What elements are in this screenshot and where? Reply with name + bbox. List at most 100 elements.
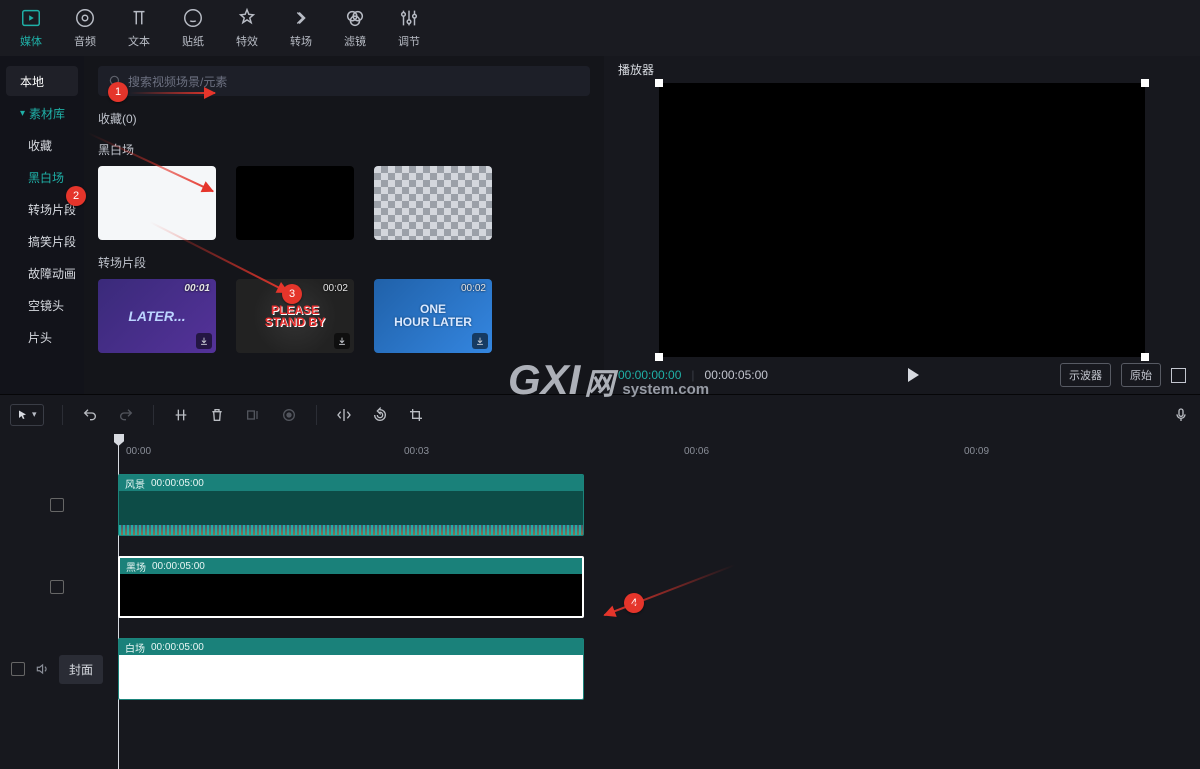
- player-panel: 播放器 00:00:00:00 | 00:00:05:00 示波器 原始: [604, 56, 1200, 394]
- crop-button[interactable]: [407, 406, 425, 424]
- asset-thumb-transparent[interactable]: [374, 166, 492, 240]
- sidebar-item-glitch[interactable]: 故障动画: [6, 258, 78, 288]
- clip-white[interactable]: 白场00:00:05:00: [118, 638, 584, 700]
- top-tab-bar: 媒体 音频 文本 贴纸 特效 转场 滤镜 调节: [0, 0, 1200, 56]
- sidebar-item-label: 黑白场: [28, 169, 64, 186]
- clip-duration: 00:00:05:00: [152, 561, 205, 572]
- asset-thumb-white[interactable]: [98, 166, 216, 240]
- sidebar-item-label: 搞笑片段: [28, 233, 76, 250]
- thumb-duration: 00:01: [184, 283, 210, 294]
- clip-video[interactable]: 风景00:00:05:00: [118, 474, 584, 536]
- download-icon[interactable]: [334, 333, 350, 349]
- ruler-tick: 00:09: [964, 446, 989, 457]
- mirror-button[interactable]: [335, 406, 353, 424]
- undo-button[interactable]: [81, 406, 99, 424]
- download-icon[interactable]: [472, 333, 488, 349]
- lock-icon[interactable]: [11, 662, 25, 676]
- asset-sidebar: 本地 素材库 收藏 黑白场 转场片段 搞笑片段 故障动画 空镜头 片头: [0, 56, 84, 394]
- sidebar-item-label: 片头: [28, 329, 52, 346]
- track-header-overlay[interactable]: [0, 546, 114, 628]
- tab-text[interactable]: 文本: [112, 0, 166, 56]
- lock-icon[interactable]: [50, 580, 64, 594]
- search-placeholder: 搜索视频场景/元素: [128, 73, 227, 90]
- sidebar-item-local[interactable]: 本地: [6, 66, 78, 96]
- download-icon[interactable]: [196, 333, 212, 349]
- tab-transition-label: 转场: [290, 33, 312, 49]
- crop-left-button[interactable]: [244, 406, 262, 424]
- adjust-icon: [398, 7, 420, 29]
- thumb-standby-text: PLEASE STAND BY: [265, 304, 325, 328]
- resize-handle[interactable]: [1141, 353, 1149, 361]
- cursor-tool[interactable]: ▾: [10, 404, 44, 426]
- tab-audio-label: 音频: [74, 33, 96, 49]
- asset-thumb-standby[interactable]: PLEASE STAND BY 00:02: [236, 279, 354, 353]
- sidebar-item-label: 转场片段: [28, 201, 76, 218]
- section-trans-title: 转场片段: [98, 254, 590, 271]
- timeline-toolbar: ▾: [0, 394, 1200, 434]
- section-fav-title: 收藏(0): [98, 110, 590, 127]
- timeline-ruler[interactable]: 00:00 00:03 00:06 00:09: [114, 434, 1200, 464]
- resize-handle[interactable]: [655, 353, 663, 361]
- tab-media-label: 媒体: [20, 33, 42, 49]
- sidebar-item-opener[interactable]: 片头: [6, 322, 78, 352]
- clip-black[interactable]: 黑场 00:00:05:00: [118, 556, 584, 618]
- text-icon: [128, 7, 150, 29]
- asset-thumb-later[interactable]: LATER... 00:01: [98, 279, 216, 353]
- redo-button[interactable]: [117, 406, 135, 424]
- transition-icon: [290, 7, 312, 29]
- thumb-later-text: LATER...: [128, 308, 185, 324]
- thumb-duration: 00:02: [323, 283, 348, 294]
- cover-button[interactable]: 封面: [59, 655, 103, 684]
- track-header-video[interactable]: [0, 464, 114, 546]
- lock-icon[interactable]: [50, 498, 64, 512]
- sticker-icon: [182, 7, 204, 29]
- player-canvas[interactable]: [659, 83, 1145, 357]
- tab-transition[interactable]: 转场: [274, 0, 328, 56]
- rotate-button[interactable]: [371, 406, 389, 424]
- sidebar-item-label: 收藏: [28, 137, 52, 154]
- media-icon: [20, 7, 42, 29]
- sidebar-item-trans[interactable]: 转场片段: [6, 194, 78, 224]
- tab-text-label: 文本: [128, 33, 150, 49]
- sidebar-item-empty[interactable]: 空镜头: [6, 290, 78, 320]
- thumb-hour-text: ONE HOUR LATER: [394, 303, 472, 328]
- clip-name: 黑场: [126, 559, 146, 574]
- sidebar-item-fav[interactable]: 收藏: [6, 130, 78, 160]
- effect-icon: [236, 7, 258, 29]
- delete-button[interactable]: [208, 406, 226, 424]
- search-input[interactable]: 搜索视频场景/元素: [98, 66, 590, 96]
- asset-thumb-black[interactable]: [236, 166, 354, 240]
- time-current: 00:00:00:00: [618, 368, 681, 382]
- asset-thumb-hourlater[interactable]: ONE HOUR LATER 00:02: [374, 279, 492, 353]
- tab-sticker[interactable]: 贴纸: [166, 0, 220, 56]
- mic-icon[interactable]: [1172, 406, 1190, 424]
- record-button[interactable]: [280, 406, 298, 424]
- tab-audio[interactable]: 音频: [58, 0, 112, 56]
- tab-media[interactable]: 媒体: [4, 0, 58, 56]
- tab-filter[interactable]: 滤镜: [328, 0, 382, 56]
- sidebar-item-label: 本地: [20, 73, 44, 90]
- resize-handle[interactable]: [655, 79, 663, 87]
- track-header-audio[interactable]: 封面: [0, 628, 114, 710]
- play-button[interactable]: [908, 368, 919, 382]
- sidebar-item-funny[interactable]: 搞笑片段: [6, 226, 78, 256]
- filter-icon: [344, 7, 366, 29]
- tab-effect[interactable]: 特效: [220, 0, 274, 56]
- asset-browser: 搜索视频场景/元素 收藏(0) 黑白场 转场片段 LATER... 00:01 …: [84, 56, 604, 394]
- ruler-tick: 00:06: [684, 446, 709, 457]
- clip-name: 风景: [125, 476, 145, 491]
- timeline: 封面 00:00 00:03 00:06 00:09 风景00:00:05:00…: [0, 434, 1200, 769]
- sidebar-item-bw[interactable]: 黑白场: [6, 162, 78, 192]
- ruler-tick: 00:03: [404, 446, 429, 457]
- player-title: 播放器: [604, 56, 1200, 83]
- fullscreen-icon[interactable]: [1171, 368, 1186, 383]
- original-button[interactable]: 原始: [1121, 363, 1161, 387]
- tab-adjust[interactable]: 调节: [382, 0, 436, 56]
- speaker-icon[interactable]: [35, 662, 49, 676]
- resize-handle[interactable]: [1141, 79, 1149, 87]
- split-button[interactable]: [172, 406, 190, 424]
- scope-button[interactable]: 示波器: [1060, 363, 1111, 387]
- sidebar-item-library[interactable]: 素材库: [6, 98, 78, 128]
- clip-thumbstrip: [119, 525, 583, 536]
- asset-panel: 本地 素材库 收藏 黑白场 转场片段 搞笑片段 故障动画 空镜头 片头 搜索视频…: [0, 56, 604, 394]
